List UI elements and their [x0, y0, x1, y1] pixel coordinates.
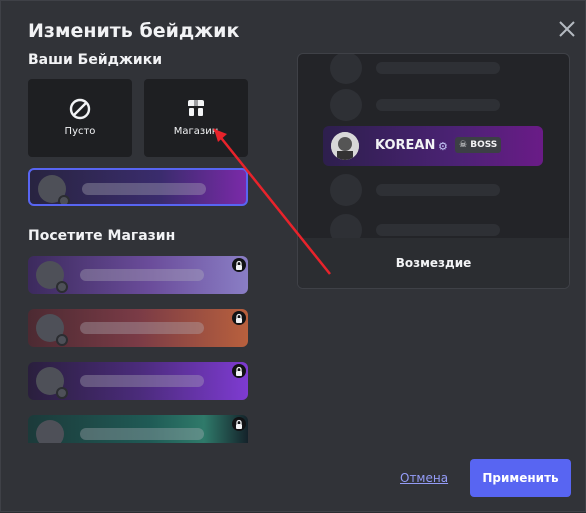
edit-badge-modal: Изменить бейджик Ваши Бейджики Пусто Маг… — [0, 0, 586, 512]
annotation-arrow — [213, 128, 331, 275]
